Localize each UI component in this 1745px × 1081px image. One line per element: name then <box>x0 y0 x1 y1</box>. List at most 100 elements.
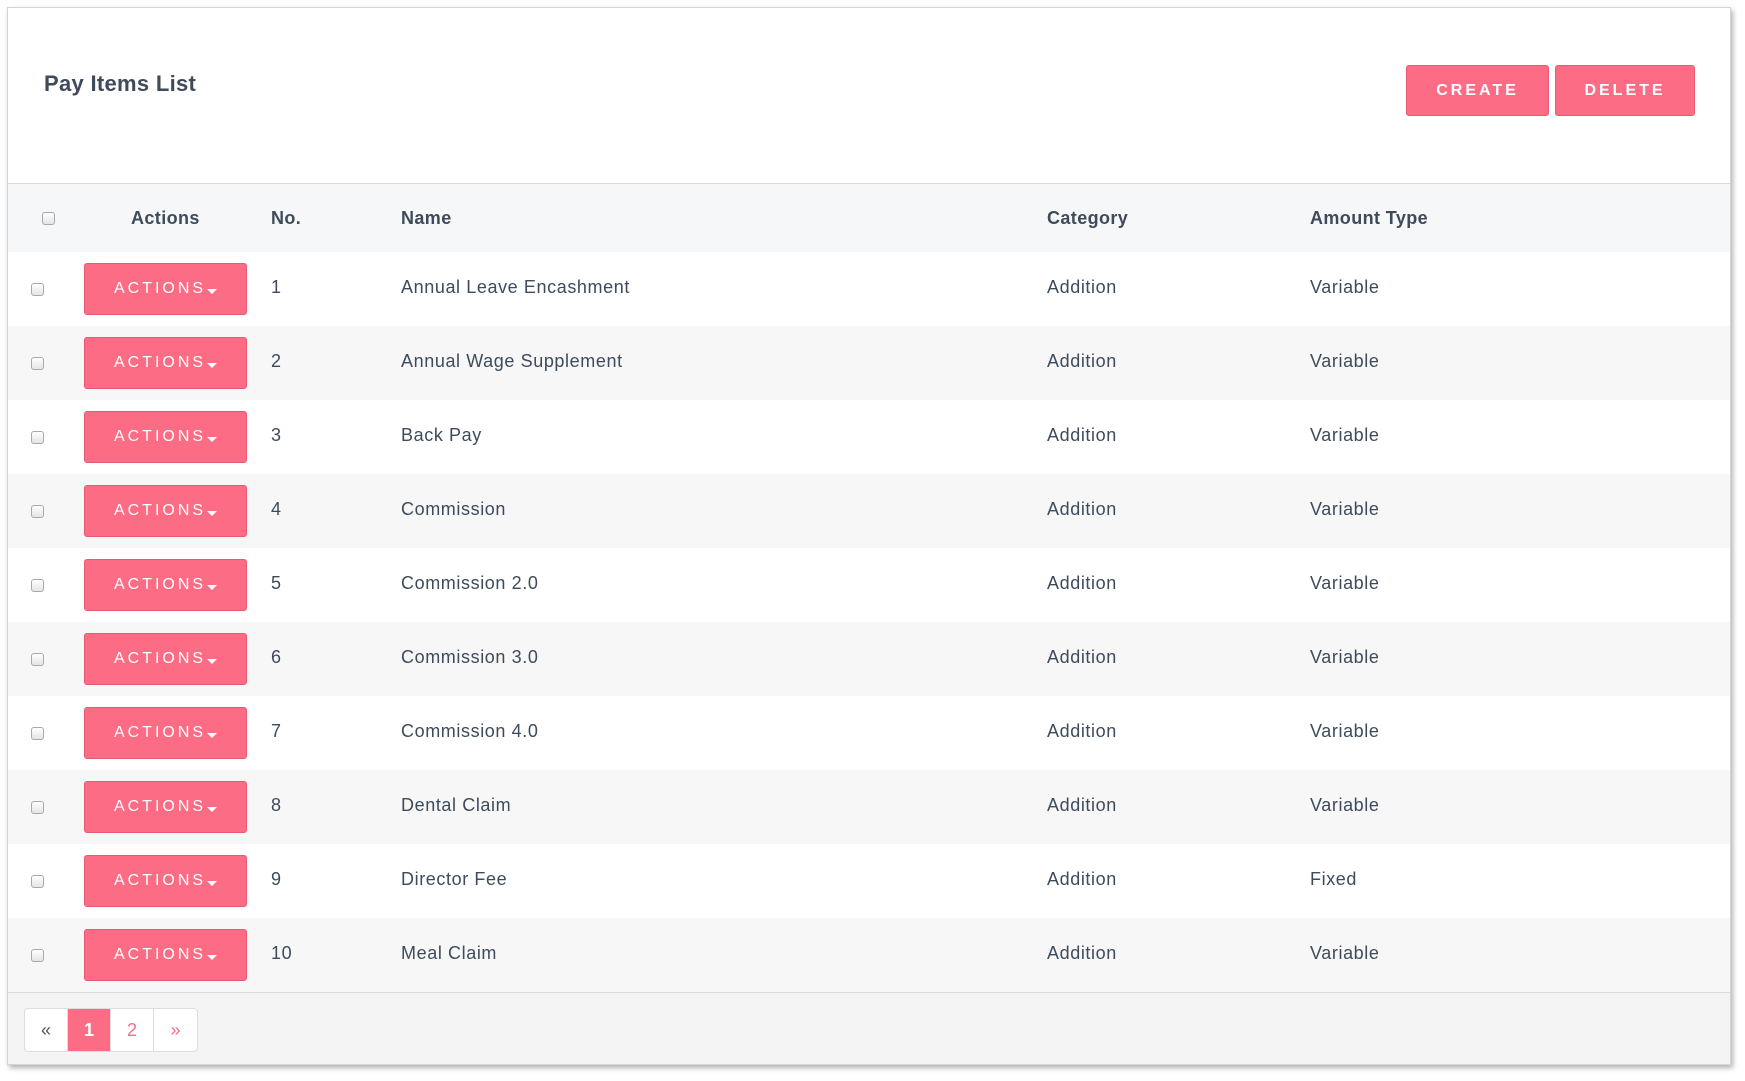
pagination-next-button[interactable]: » <box>154 1009 197 1051</box>
table-row: ACTIONS 1 Annual Leave Encashment Additi… <box>8 252 1730 326</box>
row-actions-label: ACTIONS <box>113 502 207 519</box>
row-number: 7 <box>271 721 282 741</box>
row-checkbox[interactable] <box>31 431 44 444</box>
row-category: Addition <box>1047 351 1117 371</box>
row-amount-type: Variable <box>1310 647 1380 667</box>
table-body: ACTIONS 1 Annual Leave Encashment Additi… <box>8 252 1730 992</box>
row-number: 9 <box>271 869 282 889</box>
caret-down-icon <box>207 732 218 738</box>
row-amount-type: Variable <box>1310 721 1380 741</box>
row-checkbox[interactable] <box>31 727 44 740</box>
column-header-category: Category <box>1047 208 1129 228</box>
row-checkbox[interactable] <box>31 579 44 592</box>
page-title: Pay Items List <box>44 71 197 96</box>
row-category: Addition <box>1047 425 1117 445</box>
panel-header: Pay Items List CREATE DELETE <box>8 8 1730 184</box>
table-header: Actions No. Name Category Amount Type <box>8 184 1730 252</box>
row-name: Director Fee <box>401 869 508 889</box>
row-actions-label: ACTIONS <box>113 428 207 445</box>
delete-button[interactable]: DELETE <box>1555 65 1695 116</box>
row-checkbox[interactable] <box>31 875 44 888</box>
table-footer: « 1 2 » <box>8 992 1730 1064</box>
caret-down-icon <box>207 584 218 590</box>
column-header-no: No. <box>271 208 302 228</box>
row-actions-label: ACTIONS <box>113 650 207 667</box>
row-name: Commission <box>401 499 507 519</box>
pagination-prev-button[interactable]: « <box>25 1009 68 1051</box>
row-name: Commission 4.0 <box>401 721 539 741</box>
row-amount-type: Variable <box>1310 573 1380 593</box>
row-actions-label: ACTIONS <box>113 798 207 815</box>
pagination-page-1[interactable]: 1 <box>68 1009 111 1051</box>
caret-down-icon <box>207 658 218 664</box>
table-row: ACTIONS 9 Director Fee Addition Fixed <box>8 844 1730 918</box>
row-name: Annual Wage Supplement <box>401 351 623 371</box>
select-all-checkbox[interactable] <box>42 212 55 225</box>
pagination-page-2[interactable]: 2 <box>111 1009 154 1051</box>
row-amount-type: Variable <box>1310 277 1380 297</box>
row-checkbox[interactable] <box>31 653 44 666</box>
row-actions-button[interactable]: ACTIONS <box>84 781 247 833</box>
row-actions-button[interactable]: ACTIONS <box>84 263 247 315</box>
row-actions-button[interactable]: ACTIONS <box>84 707 247 759</box>
row-amount-type: Variable <box>1310 425 1380 445</box>
table-row: ACTIONS 3 Back Pay Addition Variable <box>8 400 1730 474</box>
row-actions-button[interactable]: ACTIONS <box>84 633 247 685</box>
pagination: « 1 2 » <box>24 1008 198 1052</box>
table-row: ACTIONS 8 Dental Claim Addition Variable <box>8 770 1730 844</box>
row-checkbox[interactable] <box>31 505 44 518</box>
row-actions-button[interactable]: ACTIONS <box>84 337 247 389</box>
row-number: 6 <box>271 647 282 667</box>
row-actions-label: ACTIONS <box>113 280 207 297</box>
row-checkbox[interactable] <box>31 801 44 814</box>
row-number: 10 <box>271 943 293 963</box>
caret-down-icon <box>207 288 218 294</box>
row-actions-button[interactable]: ACTIONS <box>84 855 247 907</box>
row-actions-label: ACTIONS <box>113 354 207 371</box>
row-category: Addition <box>1047 869 1117 889</box>
row-amount-type: Variable <box>1310 499 1380 519</box>
column-header-actions: Actions <box>131 208 200 228</box>
caret-down-icon <box>207 362 218 368</box>
row-number: 5 <box>271 573 282 593</box>
table-row: ACTIONS 7 Commission 4.0 Addition Variab… <box>8 696 1730 770</box>
caret-down-icon <box>207 436 218 442</box>
row-name: Commission 2.0 <box>401 573 539 593</box>
row-number: 1 <box>271 277 282 297</box>
row-actions-label: ACTIONS <box>113 872 207 889</box>
table-row: ACTIONS 10 Meal Claim Addition Variable <box>8 918 1730 992</box>
column-header-name: Name <box>401 208 452 228</box>
row-actions-label: ACTIONS <box>113 724 207 741</box>
create-button[interactable]: CREATE <box>1406 65 1549 116</box>
caret-down-icon <box>207 954 218 960</box>
row-number: 3 <box>271 425 282 445</box>
column-header-amount-type: Amount Type <box>1310 208 1429 228</box>
row-name: Back Pay <box>401 425 482 445</box>
row-actions-button[interactable]: ACTIONS <box>84 485 247 537</box>
caret-down-icon <box>207 880 218 886</box>
row-number: 8 <box>271 795 282 815</box>
row-amount-type: Variable <box>1310 943 1380 963</box>
pay-items-panel: Pay Items List CREATE DELETE Actions No.… <box>7 7 1731 1065</box>
caret-down-icon <box>207 510 218 516</box>
row-category: Addition <box>1047 943 1117 963</box>
row-number: 2 <box>271 351 282 371</box>
row-checkbox[interactable] <box>31 357 44 370</box>
caret-down-icon <box>207 806 218 812</box>
row-checkbox[interactable] <box>31 949 44 962</box>
row-name: Meal Claim <box>401 943 498 963</box>
row-category: Addition <box>1047 277 1117 297</box>
row-category: Addition <box>1047 647 1117 667</box>
row-checkbox[interactable] <box>31 283 44 296</box>
row-actions-button[interactable]: ACTIONS <box>84 559 247 611</box>
row-category: Addition <box>1047 499 1117 519</box>
table-row: ACTIONS 4 Commission Addition Variable <box>8 474 1730 548</box>
row-name: Dental Claim <box>401 795 512 815</box>
row-actions-button[interactable]: ACTIONS <box>84 411 247 463</box>
table-row: ACTIONS 6 Commission 3.0 Addition Variab… <box>8 622 1730 696</box>
row-amount-type: Variable <box>1310 795 1380 815</box>
row-category: Addition <box>1047 795 1117 815</box>
row-actions-button[interactable]: ACTIONS <box>84 929 247 981</box>
table-row: ACTIONS 2 Annual Wage Supplement Additio… <box>8 326 1730 400</box>
row-actions-label: ACTIONS <box>113 576 207 593</box>
